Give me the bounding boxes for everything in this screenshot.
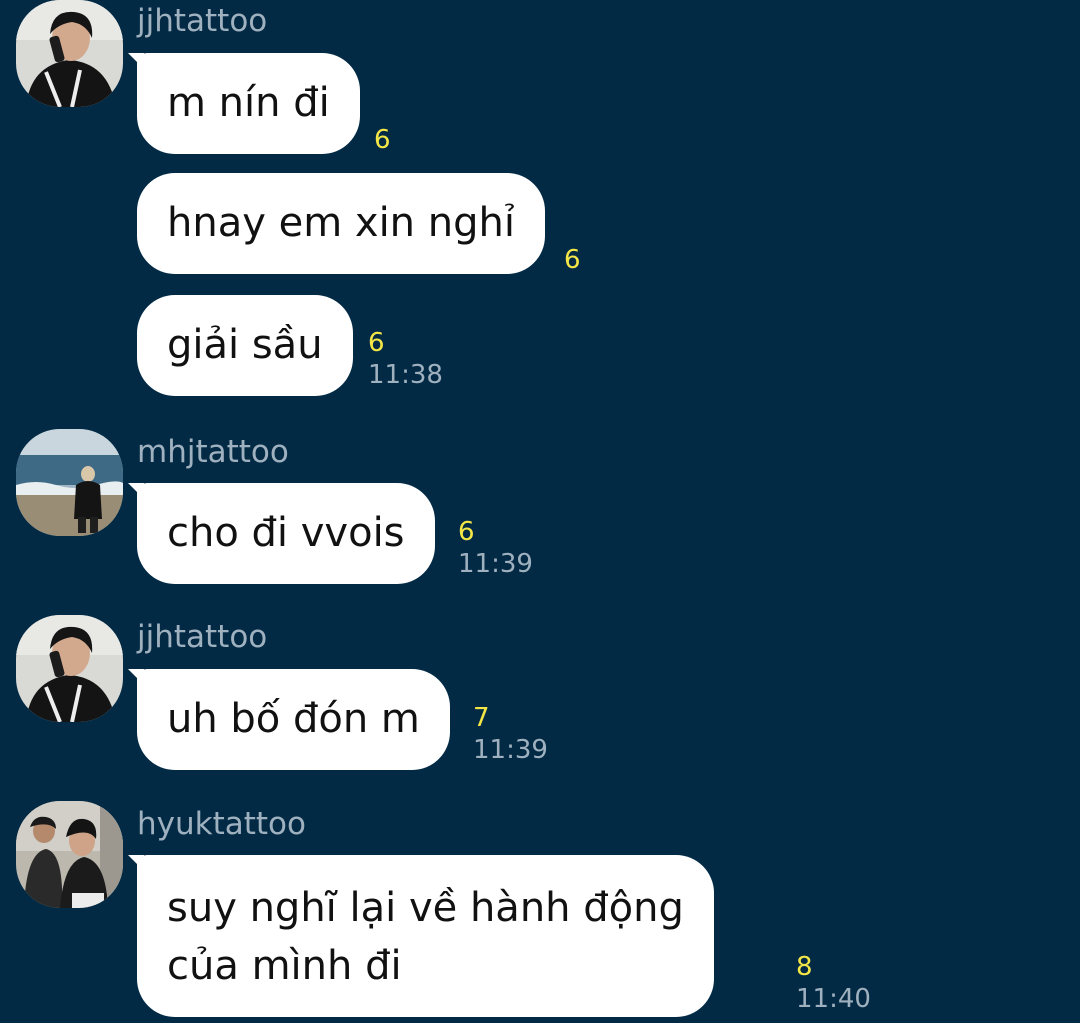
message-bubble[interactable]: hnay em xin nghỉ bbox=[137, 173, 545, 274]
message-text: hnay em xin nghỉ bbox=[167, 200, 515, 246]
user-photo-icon bbox=[16, 615, 123, 722]
message-time: 11:38 bbox=[368, 360, 443, 390]
avatar[interactable] bbox=[16, 429, 123, 536]
unread-count: 8 bbox=[796, 952, 813, 982]
sender-name: mhjtattoo bbox=[137, 434, 289, 470]
message-text: của mình đi bbox=[167, 943, 402, 989]
message-bubble[interactable]: m nín đi bbox=[128, 53, 360, 154]
message-meta: 6 11:38 bbox=[368, 328, 443, 392]
unread-count: 6 bbox=[368, 328, 385, 358]
sender-name: jjhtattoo bbox=[137, 619, 268, 655]
message-bubble[interactable]: giải sầu bbox=[137, 295, 353, 396]
message-text: giải sầu bbox=[167, 322, 323, 368]
message-time: 11:39 bbox=[473, 735, 548, 765]
message-meta: 7 11:39 bbox=[473, 703, 548, 767]
message-text: m nín đi bbox=[167, 80, 330, 126]
user-photo-icon bbox=[16, 801, 123, 908]
message-meta: 8 11:40 bbox=[796, 952, 871, 1016]
message-bubble[interactable]: cho đi vvois bbox=[128, 483, 435, 584]
message-meta: 6 bbox=[374, 125, 391, 155]
avatar[interactable] bbox=[16, 615, 123, 722]
message-meta: 6 bbox=[564, 245, 581, 275]
message-time: 11:40 bbox=[796, 984, 871, 1014]
message-text: suy nghĩ lại về hành động bbox=[167, 885, 684, 931]
message-bubble[interactable]: suy nghĩ lại về hành động của mình đi bbox=[128, 855, 714, 1017]
user-photo-icon bbox=[16, 0, 123, 107]
message-text: cho đi vvois bbox=[167, 510, 405, 556]
avatar[interactable] bbox=[16, 0, 123, 107]
sender-name: hyuktattoo bbox=[137, 806, 306, 842]
message-text: uh bố đón m bbox=[167, 696, 420, 742]
unread-count: 6 bbox=[458, 517, 475, 547]
message-bubble[interactable]: uh bố đón m bbox=[128, 669, 450, 770]
message-time: 11:39 bbox=[458, 549, 533, 579]
user-photo-icon bbox=[16, 429, 123, 536]
sender-name: jjhtattoo bbox=[137, 3, 268, 39]
message-meta: 6 11:39 bbox=[458, 517, 533, 581]
unread-count: 6 bbox=[564, 245, 581, 275]
avatar[interactable] bbox=[16, 801, 123, 908]
unread-count: 6 bbox=[374, 125, 391, 155]
unread-count: 7 bbox=[473, 703, 490, 733]
